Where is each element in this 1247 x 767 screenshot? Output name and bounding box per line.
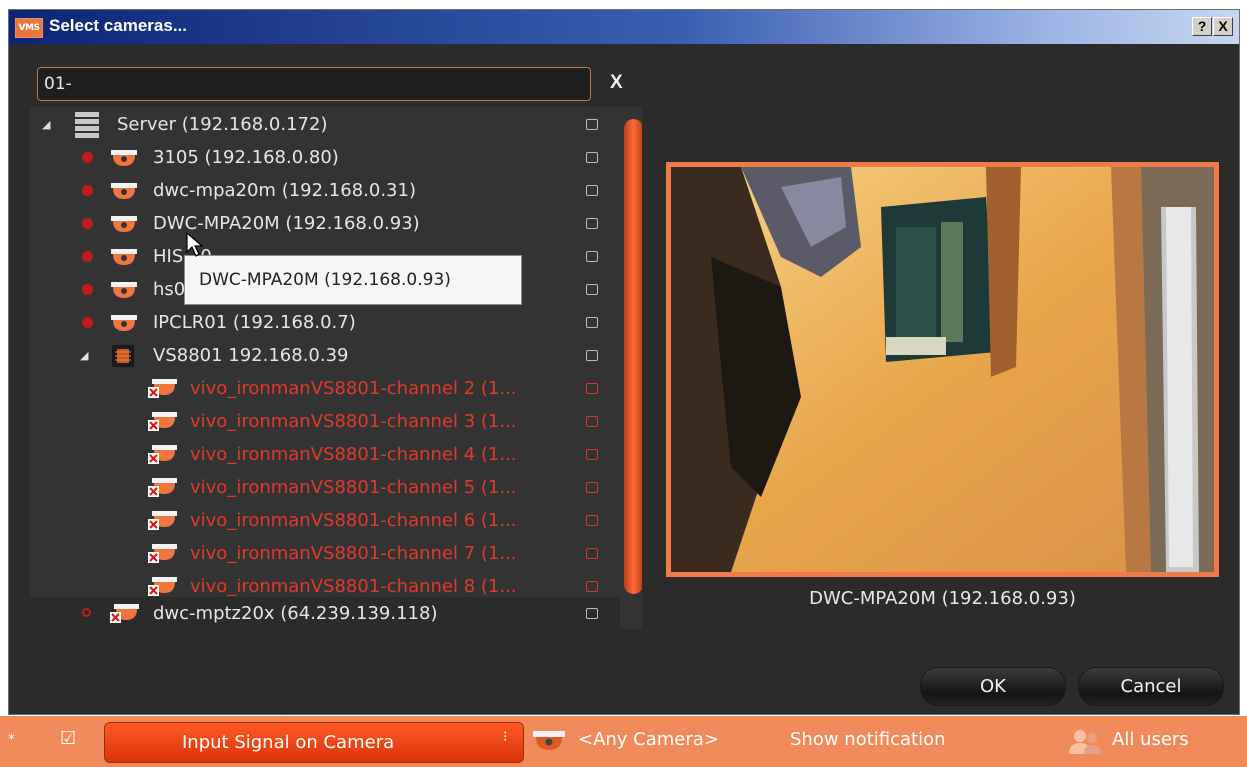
camera-search-box[interactable]: [37, 67, 591, 101]
select-checkbox[interactable]: [586, 251, 598, 262]
select-checkbox[interactable]: [586, 383, 598, 394]
tree-item-label: vivo_ironmanVS8801-channel 2 (1...: [190, 378, 517, 399]
camera-offline-icon: [110, 604, 139, 623]
mouse-cursor-icon: [186, 232, 204, 257]
select-checkbox[interactable]: [586, 449, 598, 460]
tree-item-camera[interactable]: dwc-mptz20x (64.239.139.118): [30, 597, 620, 629]
status-dot-icon: [82, 185, 93, 196]
camera-icon: [111, 150, 137, 166]
action-link[interactable]: Show notification: [790, 729, 946, 750]
camera-preview-image: [671, 167, 1214, 572]
tree-item-label: dwc-mpa20m (192.168.0.31): [153, 180, 416, 201]
tooltip: DWC-MPA20M (192.168.0.93): [184, 255, 522, 305]
rule-enabled-checkbox[interactable]: ☑: [60, 728, 76, 749]
tree-item-channel[interactable]: vivo_ironmanVS8801-channel 4 (1...: [30, 438, 620, 471]
camera-icon: [111, 249, 137, 265]
camera-icon: [533, 731, 565, 750]
select-checkbox[interactable]: [586, 482, 598, 493]
select-checkbox[interactable]: [586, 185, 598, 196]
dialog-title: Select cameras...: [49, 16, 187, 35]
tree-item-channel[interactable]: vivo_ironmanVS8801-channel 5 (1...: [30, 471, 620, 504]
camera-search-input[interactable]: [38, 68, 590, 100]
status-dot-icon: [82, 317, 93, 328]
tree-item-channel[interactable]: vivo_ironmanVS8801-channel 7 (1...: [30, 537, 620, 570]
camera-icon: [111, 183, 137, 199]
event-rule-row: * ☑ Input Signal on Camera ⁝ <Any Camera…: [0, 716, 1247, 767]
preview-caption: DWC-MPA20M (192.168.0.93): [809, 588, 1076, 609]
tree-item-label: Server (192.168.0.172): [117, 114, 328, 135]
tree-item-label: dwc-mptz20x (64.239.139.118): [153, 603, 438, 624]
select-checkbox[interactable]: [586, 284, 598, 295]
server-icon: [75, 112, 99, 138]
select-checkbox[interactable]: [586, 581, 598, 592]
status-dot-icon: [82, 608, 91, 617]
tree-item-label: vivo_ironmanVS8801-channel 4 (1...: [190, 444, 517, 465]
select-checkbox[interactable]: [586, 119, 598, 130]
select-checkbox[interactable]: [586, 608, 598, 619]
select-checkbox[interactable]: [586, 152, 598, 163]
event-type-label: Input Signal on Camera: [182, 732, 395, 753]
select-checkbox[interactable]: [586, 548, 598, 559]
camera-filter-link[interactable]: <Any Camera>: [578, 729, 719, 750]
select-cameras-dialog: VMS Select cameras... ? X X ◢ Server (19…: [8, 9, 1240, 715]
tree-item-server[interactable]: ◢ Server (192.168.0.172): [30, 108, 620, 141]
status-dot-icon: [82, 284, 93, 295]
select-checkbox[interactable]: [586, 515, 598, 526]
select-checkbox[interactable]: [586, 350, 598, 361]
tree-item-encoder[interactable]: ◢ VS8801 192.168.0.39: [30, 339, 620, 372]
users-link[interactable]: All users: [1112, 729, 1189, 750]
select-checkbox[interactable]: [586, 416, 598, 427]
tree-item-channel[interactable]: vivo_ironmanVS8801-channel 2 (1...: [30, 372, 620, 405]
clear-search-button[interactable]: X: [610, 72, 623, 94]
camera-offline-icon: [148, 544, 177, 563]
camera-offline-icon: [148, 478, 177, 497]
tree-item-label: vivo_ironmanVS8801-channel 3 (1...: [190, 411, 517, 432]
close-window-button[interactable]: X: [1213, 17, 1233, 36]
select-checkbox[interactable]: [586, 218, 598, 229]
camera-icon: [111, 216, 137, 232]
tree-item-channel[interactable]: vivo_ironmanVS8801-channel 6 (1...: [30, 504, 620, 537]
tree-scrollbar[interactable]: [624, 119, 642, 594]
camera-icon: [111, 282, 137, 298]
cancel-button[interactable]: Cancel: [1078, 667, 1224, 706]
tree-item-label: IPCLR01 (192.168.0.7): [153, 312, 356, 333]
camera-icon: [111, 315, 137, 331]
encoder-chip-icon: [112, 345, 134, 367]
tree-item-label: vivo_ironmanVS8801-channel 5 (1...: [190, 477, 517, 498]
event-type-select[interactable]: Input Signal on Camera ⁝: [104, 722, 524, 763]
tree-item-label: VS8801 192.168.0.39: [153, 345, 349, 366]
camera-offline-icon: [148, 412, 177, 431]
dropdown-arrow-icon: ⁝: [503, 729, 508, 745]
camera-offline-icon: [148, 379, 177, 398]
rule-marker: *: [8, 732, 15, 748]
users-icon: [1069, 730, 1101, 754]
camera-tree: ◢ Server (192.168.0.172) 3105 (192.168.0…: [30, 107, 642, 629]
tree-item-label: vivo_ironmanVS8801-channel 7 (1...: [190, 543, 517, 564]
camera-offline-icon: [148, 511, 177, 530]
camera-offline-icon: [148, 445, 177, 464]
tree-item-label: vivo_ironmanVS8801-channel 6 (1...: [190, 510, 517, 531]
help-button[interactable]: ?: [1192, 17, 1212, 36]
status-dot-icon: [82, 152, 93, 163]
collapse-triangle-icon[interactable]: ◢: [80, 339, 88, 372]
tree-item-camera[interactable]: 3105 (192.168.0.80): [30, 141, 620, 174]
tree-item-camera[interactable]: DWC-MPA20M (192.168.0.93): [30, 207, 620, 240]
status-dot-icon: [82, 218, 93, 229]
camera-offline-icon: [148, 577, 177, 596]
ok-button[interactable]: OK: [920, 667, 1066, 706]
tree-item-camera[interactable]: IPCLR01 (192.168.0.7): [30, 306, 620, 339]
collapse-triangle-icon[interactable]: ◢: [42, 108, 50, 141]
title-bar[interactable]: VMS Select cameras... ? X: [9, 10, 1239, 44]
tree-item-channel[interactable]: vivo_ironmanVS8801-channel 3 (1...: [30, 405, 620, 438]
tree-item-label: 3105 (192.168.0.80): [153, 147, 339, 168]
tree-item-camera[interactable]: dwc-mpa20m (192.168.0.31): [30, 174, 620, 207]
status-dot-icon: [82, 251, 93, 262]
camera-preview-frame: [666, 162, 1219, 577]
select-checkbox[interactable]: [586, 317, 598, 328]
app-logo-icon: VMS: [15, 18, 43, 38]
